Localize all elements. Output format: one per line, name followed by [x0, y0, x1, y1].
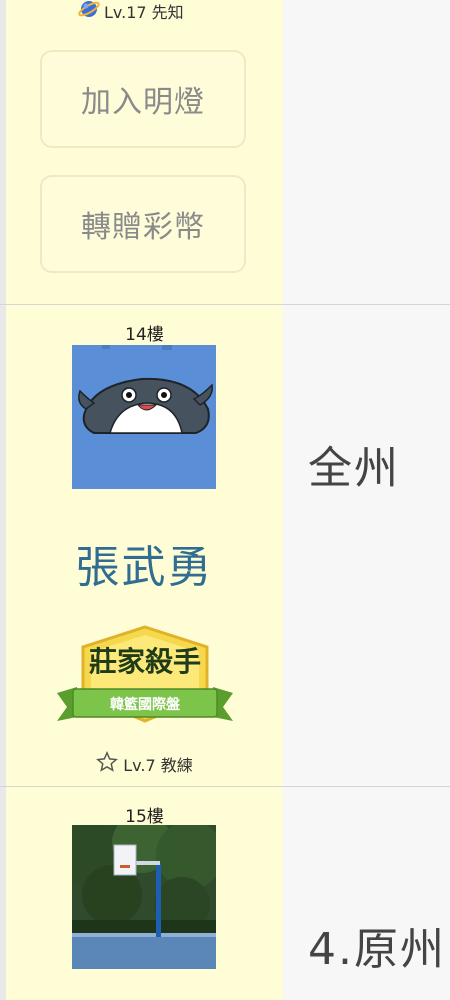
- user-level-label: Lv.17 先知: [104, 3, 184, 22]
- post-floor-15: 15樓 4.原州: [0, 787, 450, 1000]
- user-level: Lv.7 教練: [6, 751, 283, 777]
- avatar[interactable]: [72, 825, 216, 969]
- user-level: Lv.17 先知: [78, 0, 184, 24]
- post-content-text: 全州: [308, 443, 400, 494]
- floor-number: 15樓: [125, 807, 164, 827]
- avatar[interactable]: [72, 345, 216, 489]
- post-floor-14: 14樓 張武勇 莊家殺手 韓籃國際盤 Lv.7 教練 全州: [0, 305, 450, 787]
- post-content-text: 4.原州: [308, 924, 446, 975]
- badge-subtitle: 韓籃國際盤: [110, 696, 181, 713]
- badge-title: 莊家殺手: [89, 645, 201, 678]
- join-light-button[interactable]: 加入明燈: [40, 50, 246, 148]
- username[interactable]: 張武勇: [6, 531, 283, 595]
- floor-number: 14樓: [125, 325, 164, 345]
- post-floor-13: Lv.17 先知 加入明燈 轉贈彩幣: [0, 0, 450, 305]
- badge: 莊家殺手 韓籃國際盤: [55, 625, 235, 735]
- post-content-area: [283, 0, 450, 305]
- user-level-label: Lv.7 教練: [123, 756, 193, 775]
- post-content-area: [283, 305, 450, 787]
- gift-coins-button[interactable]: 轉贈彩幣: [40, 175, 246, 273]
- star-outline-icon: [96, 751, 119, 777]
- planet-icon: [78, 0, 100, 24]
